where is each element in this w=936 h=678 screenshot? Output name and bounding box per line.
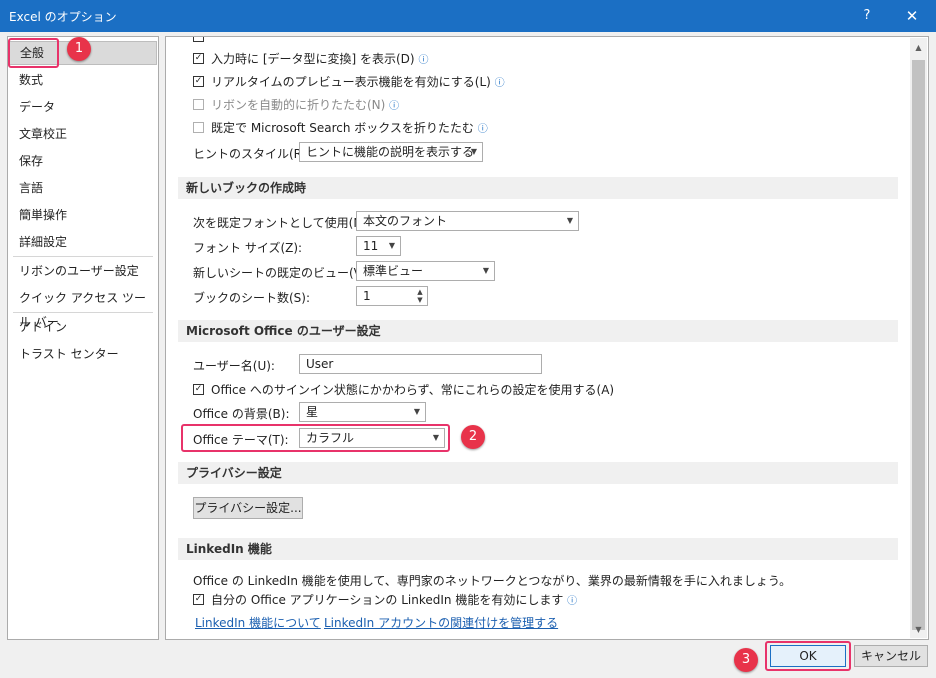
default-font-value: 本文のフォント xyxy=(363,214,448,228)
chevron-down-icon: ▼ xyxy=(413,407,420,416)
scrollbar-thumb[interactable] xyxy=(912,60,925,630)
always-use-settings-checkbox[interactable]: ✓ xyxy=(193,384,204,395)
chevron-down-icon: ▼ xyxy=(470,147,477,156)
tooltip-style-dropdown[interactable]: ヒントに機能の説明を表示する ▼ xyxy=(299,142,483,162)
tooltip-style-value: ヒントに機能の説明を表示する xyxy=(306,145,475,159)
sheet-count-spinner[interactable]: 1 ▲ ▼ xyxy=(356,286,428,306)
section-header-privacy: プライバシー設定 xyxy=(178,462,898,484)
sidebar-divider xyxy=(13,312,153,313)
linkedin-manage-link[interactable]: LinkedIn アカウントの関連付けを管理する xyxy=(324,614,558,631)
sidebar-item-data[interactable]: データ xyxy=(9,95,157,119)
sidebar-item-language[interactable]: 言語 xyxy=(9,176,157,200)
data-type-convert-label: 入力時に [データ型に変換] を表示(D) xyxy=(211,52,415,66)
annotation-badge-3: 3 xyxy=(734,648,758,672)
font-size-dropdown[interactable]: 11 ▼ xyxy=(356,236,401,256)
tooltip-style-label: ヒントのスタイル(R): xyxy=(193,147,311,161)
linkedin-about-link[interactable]: LinkedIn 機能について xyxy=(195,614,321,631)
sidebar-item-customize-ribbon[interactable]: リボンのユーザー設定 xyxy=(9,259,157,283)
annotation-highlight-theme xyxy=(181,424,450,452)
sidebar-item-save[interactable]: 保存 xyxy=(9,149,157,173)
office-background-value: 星 xyxy=(306,405,319,419)
scroll-up-icon[interactable]: ▲ xyxy=(911,40,926,56)
always-use-settings-label: Office へのサインイン状態にかかわらず、常にこれらの設定を使用する(A) xyxy=(211,383,615,397)
data-type-convert-checkbox[interactable]: ✓ xyxy=(193,53,204,64)
username-input[interactable]: User xyxy=(299,354,542,374)
office-background-label: Office の背景(B): xyxy=(193,407,290,421)
cancel-button[interactable]: キャンセル xyxy=(854,645,928,667)
spin-arrows-icon[interactable]: ▲ ▼ xyxy=(414,288,426,304)
default-view-value: 標準ビュー xyxy=(363,264,424,278)
privacy-settings-button[interactable]: プライバシー設定... xyxy=(193,497,303,519)
default-view-dropdown[interactable]: 標準ビュー ▼ xyxy=(356,261,495,281)
sidebar-item-trust-center[interactable]: トラスト センター xyxy=(9,342,157,366)
options-content-panel: ✓ 入力時に [データ型に変換] を表示(D) ⓘ ✓ リアルタイムのプレビュー… xyxy=(165,36,929,640)
info-icon: ⓘ xyxy=(494,78,505,89)
default-font-label: 次を既定フォントとして使用(N): xyxy=(193,216,372,230)
info-icon: ⓘ xyxy=(567,596,578,607)
sidebar-item-accessibility[interactable]: 簡単操作 xyxy=(9,203,157,227)
default-view-label: 新しいシートの既定のビュー(V): xyxy=(193,266,371,280)
sidebar-item-advanced[interactable]: 詳細設定 xyxy=(9,230,157,254)
help-button[interactable]: ? xyxy=(857,6,877,26)
window-title: Excel のオプション xyxy=(9,10,117,24)
chevron-down-icon: ▼ xyxy=(388,241,395,250)
annotation-highlight-general xyxy=(8,38,59,68)
collapse-search-label: 既定で Microsoft Search ボックスを折りたたむ xyxy=(211,121,474,135)
sheet-count-value: 1 xyxy=(363,289,371,303)
office-background-dropdown[interactable]: 星 ▼ xyxy=(299,402,426,422)
scroll-down-icon[interactable]: ▼ xyxy=(911,622,926,638)
info-icon: ⓘ xyxy=(477,124,488,135)
chevron-down-icon: ▼ xyxy=(482,266,489,275)
sidebar-item-formulas[interactable]: 数式 xyxy=(9,68,157,92)
live-preview-label: リアルタイムのプレビュー表示機能を有効にする(L) xyxy=(211,75,491,89)
checkbox-cutoff[interactable] xyxy=(193,37,204,42)
font-size-label: フォント サイズ(Z): xyxy=(193,241,303,255)
category-sidebar: 全般 数式 データ 文章校正 保存 言語 簡単操作 詳細設定 リボンのユーザー設… xyxy=(7,36,159,640)
annotation-badge-1: 1 xyxy=(67,37,91,61)
sidebar-item-quick-access-toolbar[interactable]: クイック アクセス ツール バー xyxy=(9,286,157,329)
vertical-scrollbar[interactable]: ▲ ▼ xyxy=(910,38,927,638)
sheet-count-label: ブックのシート数(S): xyxy=(193,291,311,305)
section-header-personalize: Microsoft Office のユーザー設定 xyxy=(178,320,898,342)
font-size-value: 11 xyxy=(363,239,379,253)
section-header-linkedin: LinkedIn 機能 xyxy=(178,538,898,560)
annotation-badge-2: 2 xyxy=(461,425,485,449)
collapse-ribbon-label: リボンを自動的に折りたたむ(N) xyxy=(211,98,386,112)
sidebar-item-addins[interactable]: アドイン xyxy=(9,315,157,339)
collapse-search-checkbox[interactable] xyxy=(193,122,204,133)
linkedin-enable-label: 自分の Office アプリケーションの LinkedIn 機能を有効にします xyxy=(211,593,564,607)
info-icon: ⓘ xyxy=(418,55,429,66)
collapse-ribbon-checkbox[interactable] xyxy=(193,99,204,110)
info-icon: ⓘ xyxy=(389,101,400,112)
linkedin-enable-checkbox[interactable]: ✓ xyxy=(193,594,204,605)
section-header-new-workbook: 新しいブックの作成時 xyxy=(178,177,898,199)
default-font-dropdown[interactable]: 本文のフォント ▼ xyxy=(356,211,579,231)
chevron-down-icon: ▼ xyxy=(566,216,573,225)
title-bar: Excel のオプション ? ✕ xyxy=(0,0,936,32)
annotation-highlight-ok xyxy=(765,641,851,671)
username-label: ユーザー名(U): xyxy=(193,359,275,373)
close-button[interactable]: ✕ xyxy=(901,6,923,26)
linkedin-description: Office の LinkedIn 機能を使用して、専門家のネットワークとつなが… xyxy=(193,574,792,588)
live-preview-checkbox[interactable]: ✓ xyxy=(193,76,204,87)
sidebar-divider xyxy=(13,256,153,257)
sidebar-item-proofing[interactable]: 文章校正 xyxy=(9,122,157,146)
